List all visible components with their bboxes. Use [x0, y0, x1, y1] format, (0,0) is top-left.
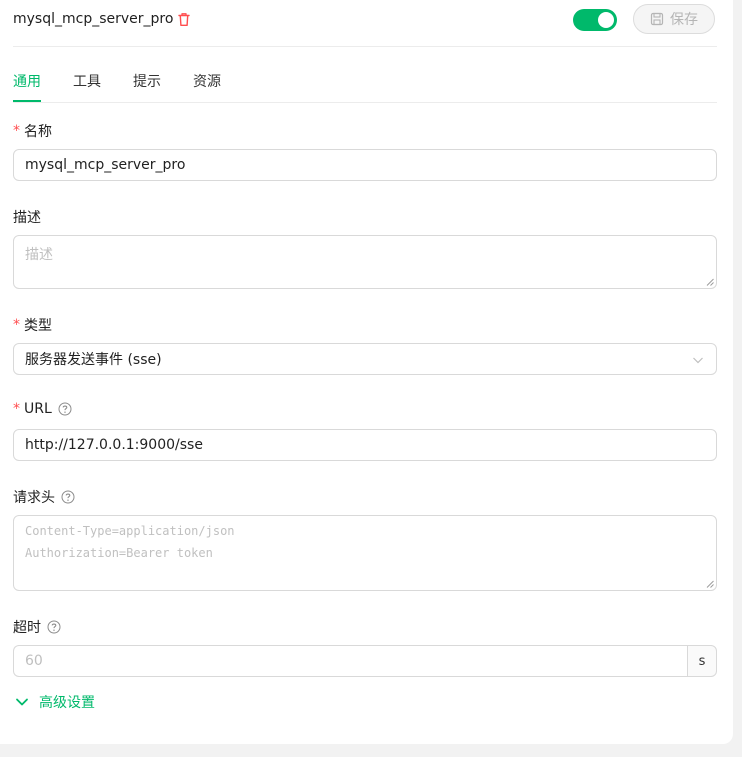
name-label: * 名称: [13, 121, 52, 141]
headers-label: 请求头: [13, 487, 75, 507]
timeout-label: 超时: [13, 617, 61, 637]
timeout-input[interactable]: 60: [13, 645, 687, 677]
url-label-text: URL: [24, 401, 52, 417]
type-select-value: 服务器发送事件 (sse): [25, 352, 162, 368]
required-mark: *: [13, 401, 20, 417]
question-circle-icon[interactable]: [47, 620, 61, 634]
question-circle-icon[interactable]: [61, 490, 75, 504]
description-placeholder: 描述: [25, 247, 53, 263]
timeout-unit: s: [687, 645, 717, 677]
save-label: 保存: [670, 12, 698, 28]
url-input-value: http://127.0.0.1:9000/sse: [25, 437, 203, 453]
question-circle-icon[interactable]: [58, 402, 72, 416]
resize-grip-icon[interactable]: [706, 580, 714, 588]
mcp-server-settings-panel: mysql_mcp_server_pro 保存 通用 工具 提示 资源 * 名称: [0, 0, 733, 744]
chevron-down-icon: [16, 698, 28, 706]
tab-bar: 通用 工具 提示 资源: [13, 60, 717, 103]
headers-label-text: 请求头: [13, 490, 55, 506]
tab-tools[interactable]: 工具: [73, 71, 101, 91]
tab-prompts[interactable]: 提示: [133, 71, 161, 91]
description-label-text: 描述: [13, 210, 41, 226]
required-mark: *: [13, 123, 20, 139]
name-input-value: mysql_mcp_server_pro: [25, 157, 186, 173]
headers-textarea[interactable]: Content-Type=application/json Authorizat…: [13, 515, 717, 591]
save-icon: [650, 12, 664, 26]
trash-icon[interactable]: [177, 12, 191, 27]
advanced-settings-toggle[interactable]: 高级设置: [15, 692, 95, 712]
tab-resources[interactable]: 资源: [193, 71, 221, 91]
type-select[interactable]: 服务器发送事件 (sse): [13, 343, 717, 375]
tab-general[interactable]: 通用: [13, 71, 41, 91]
chevron-down-icon: [693, 357, 703, 364]
description-textarea[interactable]: 描述: [13, 235, 717, 289]
description-label: 描述: [13, 207, 41, 227]
required-mark: *: [13, 317, 20, 333]
save-button[interactable]: 保存: [633, 4, 715, 34]
type-label-text: 类型: [24, 318, 52, 334]
url-input[interactable]: http://127.0.0.1:9000/sse: [13, 429, 717, 461]
headers-placeholder-line-2: Authorization=Bearer token: [25, 546, 213, 560]
type-label: * 类型: [13, 315, 52, 335]
name-label-text: 名称: [24, 124, 52, 140]
timeout-label-text: 超时: [13, 620, 41, 636]
active-tab-indicator: [13, 100, 41, 102]
resize-grip-icon[interactable]: [706, 278, 714, 286]
timeout-input-group: 60 s: [13, 645, 717, 677]
timeout-placeholder: 60: [25, 653, 43, 669]
server-title: mysql_mcp_server_pro: [13, 11, 174, 27]
name-input[interactable]: mysql_mcp_server_pro: [13, 149, 717, 181]
advanced-settings-label: 高级设置: [39, 695, 95, 711]
url-label: * URL: [13, 401, 72, 417]
panel-header: mysql_mcp_server_pro 保存: [13, 0, 717, 47]
enable-toggle[interactable]: [573, 9, 617, 31]
toggle-knob: [598, 12, 614, 28]
headers-placeholder-line-1: Content-Type=application/json: [25, 524, 235, 538]
